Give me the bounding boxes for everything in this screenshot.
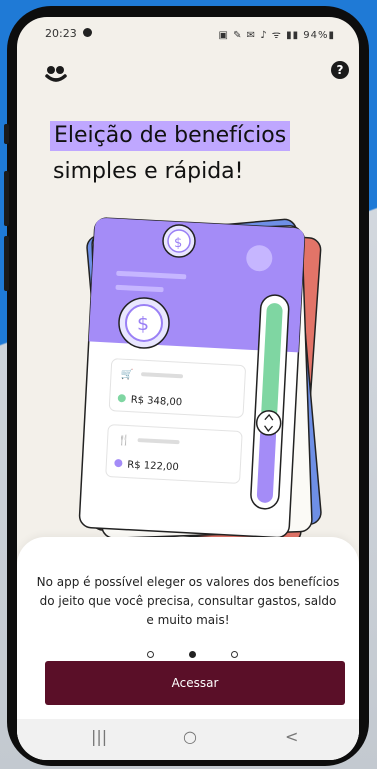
onboarding-description: No app é possível eleger os valores dos …	[36, 575, 340, 627]
coin-symbol: $	[137, 313, 149, 335]
acessar-button[interactable]: Acessar	[45, 661, 345, 705]
status-indicators: ▣ ✎ ✉ ♪ ᯤ ▮▮ 94%▮	[218, 30, 335, 41]
benefits-illustration: 🛒 🍴 R$ 348,00 R$ 122,00 $ $	[78, 217, 322, 544]
front-card: 🛒 🍴 R$ 348,00 R$ 122,00	[78, 217, 306, 539]
phone-button	[4, 171, 9, 226]
hero-title-line2: simples e rápida!	[53, 159, 244, 184]
coin-small-icon: $	[162, 224, 196, 258]
system-nav-bar: ||| ○ <	[17, 719, 359, 760]
brand-logo-icon	[45, 66, 67, 82]
app-screen: 20:23 ▣ ✎ ✉ ♪ ᯤ ▮▮ 94%▮ ? Eleição de ben…	[17, 17, 359, 760]
notification-icon	[83, 28, 92, 37]
page-dot-2-active[interactable]	[189, 651, 196, 658]
status-time: 20:23	[45, 27, 77, 40]
status-bar: 20:23 ▣ ✎ ✉ ♪ ᯤ ▮▮ 94%▮	[17, 17, 359, 51]
recents-icon[interactable]: |||	[91, 727, 107, 746]
svg-text:🍴: 🍴	[117, 433, 130, 447]
page-dot-3[interactable]	[231, 651, 238, 658]
page-dot-1[interactable]	[147, 651, 154, 658]
svg-text:🛒: 🛒	[121, 367, 134, 381]
hero-title-line1: Eleição de benefícios	[50, 121, 291, 151]
help-button[interactable]: ?	[331, 61, 349, 79]
home-icon[interactable]: ○	[183, 727, 197, 746]
battery-level: 94%	[303, 30, 329, 41]
phone-button	[4, 236, 9, 291]
coin-symbol-small: $	[174, 236, 182, 251]
back-icon[interactable]: <	[285, 727, 298, 746]
phone-button	[4, 124, 9, 144]
coin-large-icon: $	[118, 297, 170, 349]
